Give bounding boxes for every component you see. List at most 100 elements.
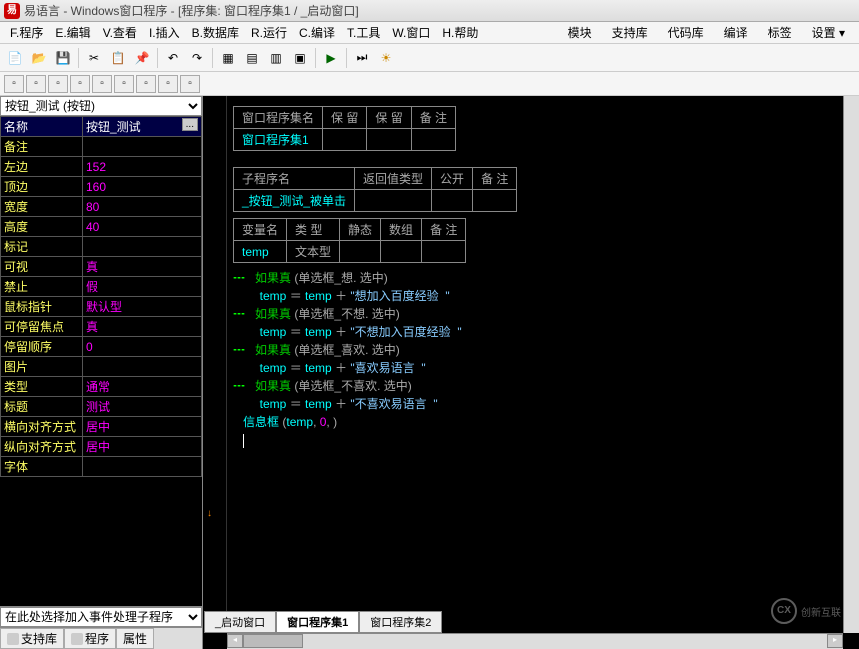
prop-value[interactable]: 152 <box>83 157 202 177</box>
prop-value[interactable] <box>83 237 202 257</box>
undo-icon[interactable]: ↶ <box>162 47 184 69</box>
tab-startup-window[interactable]: _启动窗口 <box>204 611 276 633</box>
tab-procset2[interactable]: 窗口程序集2 <box>359 611 442 633</box>
align-grid-icon[interactable]: ▫ <box>180 75 200 93</box>
prop-value[interactable]: 0 <box>83 337 202 357</box>
layout1-icon[interactable]: ▦ <box>217 47 239 69</box>
prop-value[interactable]: 通常 <box>83 377 202 397</box>
separator <box>346 48 347 68</box>
menu-tools[interactable]: T.工具 <box>341 22 386 43</box>
code-line[interactable]: temp ＝ temp ＋ "不想加入百度经验 " <box>233 323 849 341</box>
code-line[interactable]: ┅ 如果真 (单选框_不想. 选中) <box>233 305 849 323</box>
tab-properties[interactable]: 属性 <box>116 628 154 649</box>
gutter: ↓ <box>203 96 227 629</box>
menu-module[interactable]: 模块 <box>558 22 602 43</box>
scroll-right-icon[interactable]: ▸ <box>827 634 843 648</box>
prop-value[interactable]: 居中 <box>83 417 202 437</box>
code-line[interactable]: temp ＝ temp ＋ "不喜欢易语言 " <box>233 395 849 413</box>
property-panel: 按钮_测试 (按钮) 名称按钮_测试...备注左边152顶边160宽度80高度4… <box>0 96 203 649</box>
menu-program[interactable]: F.程序 <box>4 22 49 43</box>
menu-insert[interactable]: I.插入 <box>143 22 186 43</box>
prop-key: 可视 <box>1 257 83 277</box>
code-line[interactable]: ┅ 如果真 (单选框_想. 选中) <box>233 269 849 287</box>
prop-value[interactable] <box>83 137 202 157</box>
code-line[interactable]: ┅ 如果真 (单选框_不喜欢. 选中) <box>233 377 849 395</box>
prop-key: 名称 <box>1 117 83 137</box>
prop-value[interactable]: 居中 <box>83 437 202 457</box>
property-table: 名称按钮_测试...备注左边152顶边160宽度80高度40标记可视真禁止假鼠标… <box>0 116 202 606</box>
prop-value[interactable]: 默认型 <box>83 297 202 317</box>
align-right-icon[interactable]: ▫ <box>48 75 68 93</box>
prop-value[interactable]: 80 <box>83 197 202 217</box>
align-v-icon[interactable]: ▫ <box>158 75 178 93</box>
prop-key: 宽度 <box>1 197 83 217</box>
save-icon[interactable]: 💾 <box>52 47 74 69</box>
menu-settings[interactable]: 设置 ▾ <box>802 22 855 43</box>
code-line[interactable]: temp ＝ temp ＋ "想加入百度经验 " <box>233 287 849 305</box>
prop-value[interactable]: 假 <box>83 277 202 297</box>
prop-key: 顶边 <box>1 177 83 197</box>
step-icon[interactable]: ⏭ <box>351 47 373 69</box>
menu-run[interactable]: R.运行 <box>245 22 293 43</box>
menu-edit[interactable]: E.编辑 <box>49 22 96 43</box>
scroll-left-icon[interactable]: ◂ <box>227 634 243 648</box>
align-left-icon[interactable]: ▫ <box>4 75 24 93</box>
prop-key: 纵向对齐方式 <box>1 437 83 457</box>
align-top-icon[interactable]: ▫ <box>70 75 90 93</box>
event-handler-selector[interactable]: 在此处选择加入事件处理子程序 <box>0 607 202 627</box>
book-icon <box>7 633 19 645</box>
tab-program[interactable]: 程序 <box>64 628 116 649</box>
redo-icon[interactable]: ↷ <box>186 47 208 69</box>
menu-help[interactable]: H.帮助 <box>436 22 484 43</box>
menu-supportlib[interactable]: 支持库 <box>602 22 658 43</box>
program-icon <box>71 633 83 645</box>
prop-value[interactable]: 按钮_测试... <box>83 117 202 137</box>
copy-icon[interactable]: 📋 <box>107 47 129 69</box>
align-center-icon[interactable]: ▫ <box>26 75 46 93</box>
align-h-icon[interactable]: ▫ <box>136 75 156 93</box>
menu-view[interactable]: V.查看 <box>97 22 143 43</box>
menu-compile2[interactable]: 编译 <box>714 22 758 43</box>
align-bottom-icon[interactable]: ▫ <box>114 75 134 93</box>
prop-value[interactable] <box>83 357 202 377</box>
code-line[interactable]: 信息框 (temp, 0, ) <box>233 413 849 431</box>
code-line[interactable]: temp ＝ temp ＋ "喜欢易语言 " <box>233 359 849 377</box>
separator <box>212 48 213 68</box>
prop-key: 标题 <box>1 397 83 417</box>
menu-database[interactable]: B.数据库 <box>186 22 245 43</box>
tab-procset1[interactable]: 窗口程序集1 <box>276 611 359 633</box>
prop-key: 鼠标指针 <box>1 297 83 317</box>
prop-value[interactable]: 真 <box>83 317 202 337</box>
prop-value[interactable]: 测试 <box>83 397 202 417</box>
horizontal-scrollbar[interactable]: ◂ ▸ <box>227 633 843 649</box>
prop-key: 高度 <box>1 217 83 237</box>
prop-value[interactable]: 40 <box>83 217 202 237</box>
prop-value[interactable] <box>83 457 202 477</box>
run-icon[interactable]: ▶ <box>320 47 342 69</box>
cut-icon[interactable]: ✂ <box>83 47 105 69</box>
vertical-scrollbar[interactable] <box>843 96 859 633</box>
editor-tabs: _启动窗口 窗口程序集1 窗口程序集2 <box>204 611 442 633</box>
separator <box>157 48 158 68</box>
layout4-icon[interactable]: ▣ <box>289 47 311 69</box>
menu-codelib[interactable]: 代码库 <box>658 22 714 43</box>
paste-icon[interactable]: 📌 <box>131 47 153 69</box>
open-icon[interactable]: 📂 <box>28 47 50 69</box>
app-icon: 易 <box>4 3 20 19</box>
new-icon[interactable]: 📄 <box>4 47 26 69</box>
layout2-icon[interactable]: ▤ <box>241 47 263 69</box>
layout3-icon[interactable]: ▥ <box>265 47 287 69</box>
menu-compile[interactable]: C.编译 <box>293 22 341 43</box>
tab-support-lib[interactable]: 支持库 <box>0 628 64 649</box>
prop-value[interactable]: 真 <box>83 257 202 277</box>
component-selector[interactable]: 按钮_测试 (按钮) <box>0 96 202 116</box>
debug-icon[interactable]: ☀ <box>375 47 397 69</box>
menu-labels[interactable]: 标签 <box>758 22 802 43</box>
edit-button[interactable]: ... <box>182 118 198 131</box>
menu-window[interactable]: W.窗口 <box>386 22 436 43</box>
code-editor[interactable]: ↓ 窗口程序集名保 留保 留备 注窗口程序集1子程序名返回值类型公开备 注_按钮… <box>203 96 859 649</box>
scroll-thumb[interactable] <box>243 634 303 648</box>
prop-value[interactable]: 160 <box>83 177 202 197</box>
code-line[interactable]: ┅ 如果真 (单选框_喜欢. 选中) <box>233 341 849 359</box>
align-middle-icon[interactable]: ▫ <box>92 75 112 93</box>
